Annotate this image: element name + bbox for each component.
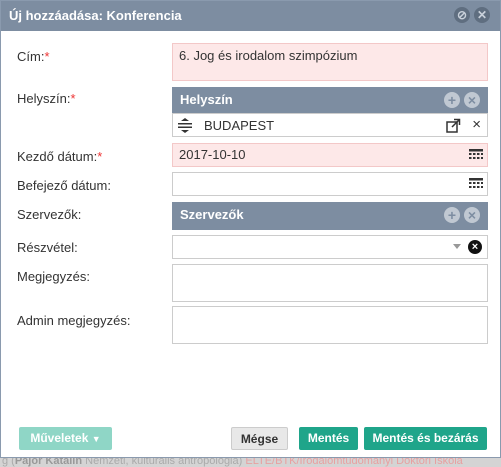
dialog-title: Új hozzáadása: Konferencia (9, 8, 182, 23)
add-organizer-icon[interactable]: + (444, 207, 460, 223)
note-label: Megjegyzés: (17, 269, 90, 284)
minimize-icon[interactable]: ⊘ (454, 7, 470, 23)
dialog-titlebar: Új hozzáadása: Konferencia ⊘ ✕ (1, 1, 500, 31)
location-name: BUDAPEST (204, 118, 275, 133)
remove-item-icon[interactable]: × (472, 116, 481, 133)
caret-down-icon: ▼ (91, 434, 101, 444)
organizers-label: Szervezők: (17, 207, 82, 222)
organizers-panel-header: Szervezők + × (172, 202, 488, 228)
location-panel-title: Helyszín (180, 92, 233, 107)
dropdown-arrow-icon[interactable] (453, 244, 461, 249)
title-label: Cím:* (17, 49, 50, 64)
actions-dropdown-button[interactable]: Műveletek ▼ (19, 427, 112, 450)
remove-organizer-icon[interactable]: × (464, 207, 480, 223)
location-item: BUDAPEST × (172, 113, 488, 137)
calendar-icon[interactable] (469, 149, 483, 161)
calendar-icon[interactable] (469, 178, 483, 190)
title-field[interactable]: 6. Jog és irodalom szimpózium (172, 43, 488, 81)
remove-location-icon[interactable]: × (464, 92, 480, 108)
open-external-icon[interactable] (446, 118, 461, 133)
start-date-field[interactable]: 2017-10-10 (172, 143, 488, 167)
save-and-close-button[interactable]: Mentés és bezárás (364, 427, 487, 450)
admin-note-textarea[interactable] (172, 306, 488, 344)
location-panel-header: Helyszín + × (172, 87, 488, 113)
organizers-panel-title: Szervezők (180, 207, 244, 222)
save-button[interactable]: Mentés (299, 427, 358, 450)
admin-note-label: Admin megjegyzés: (17, 313, 131, 328)
clear-selection-icon[interactable]: × (468, 240, 482, 254)
start-date-label: Kezdő dátum:* (17, 149, 103, 164)
end-date-label: Befejező dátum: (17, 178, 111, 193)
end-date-field[interactable] (172, 172, 488, 196)
reorder-icon[interactable] (177, 118, 193, 133)
participation-label: Részvétel: (17, 240, 78, 255)
add-location-icon[interactable]: + (444, 92, 460, 108)
location-label: Helyszín:* (17, 91, 76, 106)
organizers-panel-border (172, 228, 488, 230)
note-textarea[interactable] (172, 264, 488, 302)
participation-select[interactable]: × (172, 235, 488, 259)
close-icon[interactable]: ✕ (474, 7, 490, 23)
start-date-value: 2017-10-10 (179, 147, 246, 162)
cancel-button[interactable]: Mégse (231, 427, 288, 450)
dialog: Új hozzáadása: Konferencia ⊘ ✕ Cím:* 6. … (0, 0, 501, 458)
